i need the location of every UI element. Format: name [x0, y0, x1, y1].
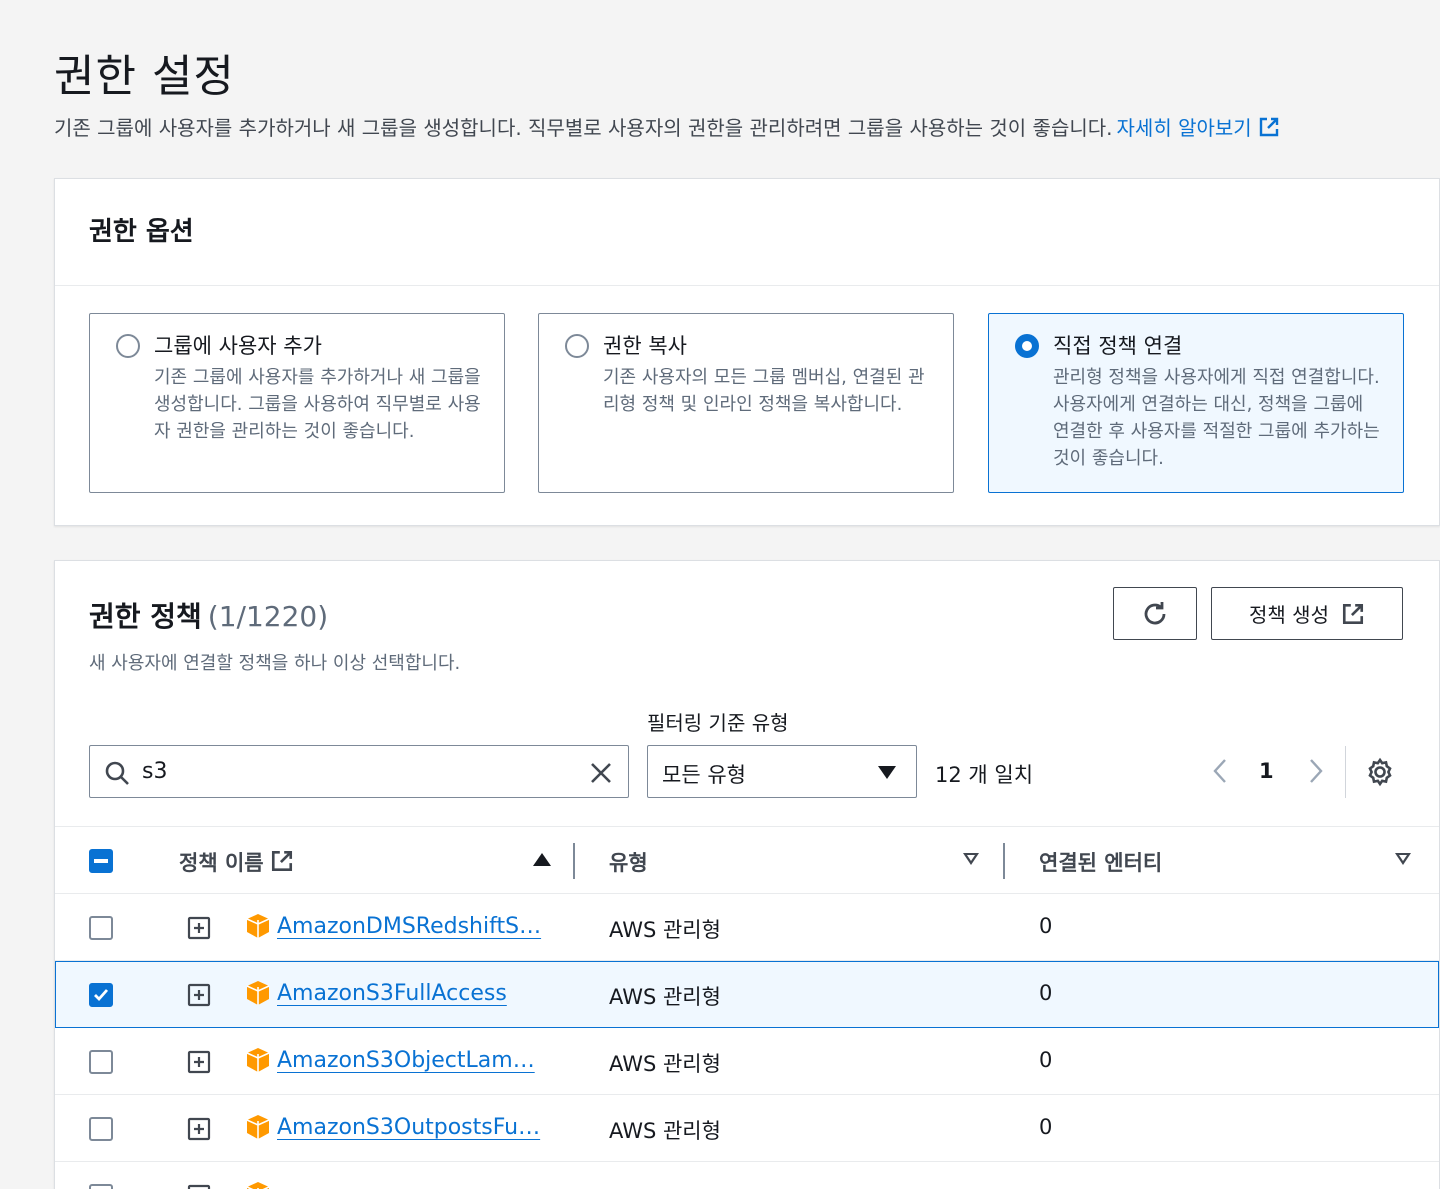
- expand-icon[interactable]: [187, 1050, 211, 1074]
- row-checkbox[interactable]: [89, 1184, 113, 1189]
- policy-name-link[interactable]: AmazonDMSRedshiftS…: [277, 914, 541, 939]
- external-link-icon: [1342, 603, 1364, 624]
- column-header-name[interactable]: 정책 이름: [179, 847, 294, 877]
- search-input[interactable]: s3: [89, 745, 629, 798]
- current-page[interactable]: 1: [1259, 759, 1274, 783]
- select-all-checkbox[interactable]: [89, 849, 113, 873]
- refresh-icon: [1144, 601, 1166, 624]
- policy-package-icon: [246, 981, 270, 1005]
- search-icon: [105, 761, 129, 785]
- column-divider[interactable]: [1003, 843, 1005, 879]
- policies-title: 권한 정책 (1/1220): [89, 595, 328, 635]
- filter-type-select[interactable]: 모든 유형: [647, 745, 917, 798]
- option-description: 기존 그룹에 사용자를 추가하거나 새 그룹을 생성합니다. 그룹을 사용하여 …: [154, 367, 481, 442]
- policies-title-text: 권한 정책: [89, 600, 202, 633]
- table-row-partial[interactable]: [55, 1162, 1439, 1189]
- pager-divider: [1345, 746, 1346, 798]
- policy-type: AWS 관리형: [609, 918, 721, 942]
- create-policy-button[interactable]: 정책 생성: [1211, 587, 1403, 640]
- policy-name-link[interactable]: AmazonS3ObjectLam…: [277, 1048, 535, 1073]
- radio-add-to-group[interactable]: [116, 334, 140, 358]
- page-description: 기존 그룹에 사용자를 추가하거나 새 그룹을 생성합니다. 직무별로 사용자의…: [54, 112, 1280, 141]
- column-divider[interactable]: [573, 843, 575, 879]
- table-row[interactable]: AmazonDMSRedshiftS… AWS 관리형 0: [55, 894, 1439, 961]
- attached-entities: 0: [1039, 1115, 1053, 1139]
- sort-icon[interactable]: [1395, 853, 1411, 865]
- radio-attach-policies-directly[interactable]: [1015, 334, 1039, 358]
- attached-entities: 0: [1039, 914, 1053, 938]
- permission-options-panel: 권한 옵션 그룹에 사용자 추가 기존 그룹에 사용자를 추가하거나 새 그룹을…: [54, 178, 1440, 526]
- option-title: 직접 정책 연결: [1053, 334, 1183, 358]
- column-header-entities[interactable]: 연결된 엔터티: [1039, 847, 1162, 877]
- expand-icon[interactable]: [187, 1184, 211, 1189]
- column-header-type[interactable]: 유형: [609, 847, 648, 877]
- clear-icon[interactable]: [588, 760, 614, 786]
- check-icon: [94, 989, 109, 1002]
- row-checkbox[interactable]: [89, 916, 113, 940]
- external-link-icon: [271, 850, 292, 872]
- policy-package-icon: [246, 1115, 270, 1139]
- attached-entities: 0: [1039, 981, 1053, 1005]
- table-header: 정책 이름 유형 연결된 엔터티: [55, 826, 1439, 894]
- policies-count: (1/1220): [207, 600, 329, 633]
- table-row-selected[interactable]: AmazonS3FullAccess AWS 관리형 0: [55, 961, 1439, 1028]
- learn-more-link[interactable]: 자세히 알아보기: [1117, 116, 1280, 140]
- chevron-left-icon[interactable]: [1209, 757, 1233, 785]
- option-title: 그룹에 사용자 추가: [154, 334, 322, 358]
- option-attach-policies-directly[interactable]: 직접 정책 연결 관리형 정책을 사용자에게 직접 연결합니다. 사용자에게 연…: [988, 313, 1404, 493]
- policies-description: 새 사용자에 연결할 정책을 하나 이상 선택합니다.: [89, 653, 461, 674]
- option-title: 권한 복사: [603, 334, 687, 358]
- search-value: s3: [142, 759, 168, 784]
- option-copy-permissions[interactable]: 권한 복사 기존 사용자의 모든 그룹 멤버십, 연결된 관리형 정책 및 인라…: [538, 313, 954, 493]
- radio-copy-permissions[interactable]: [565, 334, 589, 358]
- page-title: 권한 설정: [54, 51, 235, 102]
- option-description: 관리형 정책을 사용자에게 직접 연결합니다. 사용자에게 연결하는 대신, 정…: [1053, 367, 1380, 469]
- table-row[interactable]: AmazonS3OutpostsFu… AWS 관리형 0: [55, 1095, 1439, 1162]
- expand-icon[interactable]: [187, 983, 211, 1007]
- chevron-right-icon[interactable]: [1303, 757, 1327, 785]
- expand-icon[interactable]: [187, 916, 211, 940]
- policy-package-icon: [246, 1182, 270, 1189]
- filter-type-label: 필터링 기준 유형: [647, 711, 789, 735]
- refresh-button[interactable]: [1113, 587, 1197, 640]
- create-policy-label: 정책 생성: [1249, 603, 1329, 627]
- page-description-text: 기존 그룹에 사용자를 추가하거나 새 그룹을 생성합니다. 직무별로 사용자의…: [54, 116, 1113, 140]
- row-checkbox-checked[interactable]: [89, 983, 113, 1007]
- sort-ascending-icon[interactable]: [533, 853, 551, 866]
- row-checkbox[interactable]: [89, 1050, 113, 1074]
- external-link-icon: [1259, 117, 1278, 137]
- row-checkbox[interactable]: [89, 1117, 113, 1141]
- match-count: 12 개 일치: [935, 763, 1034, 787]
- filter-type-value: 모든 유형: [662, 763, 746, 787]
- caret-down-icon: [878, 766, 896, 779]
- sort-icon[interactable]: [963, 853, 979, 865]
- column-name-label: 정책 이름: [179, 851, 264, 875]
- policy-name-link[interactable]: AmazonS3OutpostsFu…: [277, 1115, 540, 1140]
- expand-icon[interactable]: [187, 1117, 211, 1141]
- policy-type: AWS 관리형: [609, 1119, 721, 1143]
- policy-type: AWS 관리형: [609, 985, 721, 1009]
- table-row[interactable]: AmazonS3ObjectLam… AWS 관리형 0: [55, 1028, 1439, 1095]
- gear-icon[interactable]: [1365, 757, 1395, 787]
- option-add-to-group[interactable]: 그룹에 사용자 추가 기존 그룹에 사용자를 추가하거나 새 그룹을 생성합니다…: [89, 313, 505, 493]
- permission-options-title: 권한 옵션: [55, 179, 1439, 286]
- policy-package-icon: [246, 914, 270, 938]
- policy-package-icon: [246, 1048, 270, 1072]
- option-description: 기존 사용자의 모든 그룹 멤버십, 연결된 관리형 정책 및 인라인 정책을 …: [603, 367, 925, 415]
- attached-entities: 0: [1039, 1048, 1053, 1072]
- policy-type: AWS 관리형: [609, 1052, 721, 1076]
- policies-table: 정책 이름 유형 연결된 엔터티 AmazonDMSRedshiftS… AWS…: [55, 826, 1439, 1189]
- learn-more-label: 자세히 알아보기: [1116, 116, 1252, 140]
- policy-name-link[interactable]: AmazonS3FullAccess: [277, 981, 507, 1006]
- permission-policies-panel: 권한 정책 (1/1220) 새 사용자에 연결할 정책을 하나 이상 선택합니다…: [54, 560, 1440, 1189]
